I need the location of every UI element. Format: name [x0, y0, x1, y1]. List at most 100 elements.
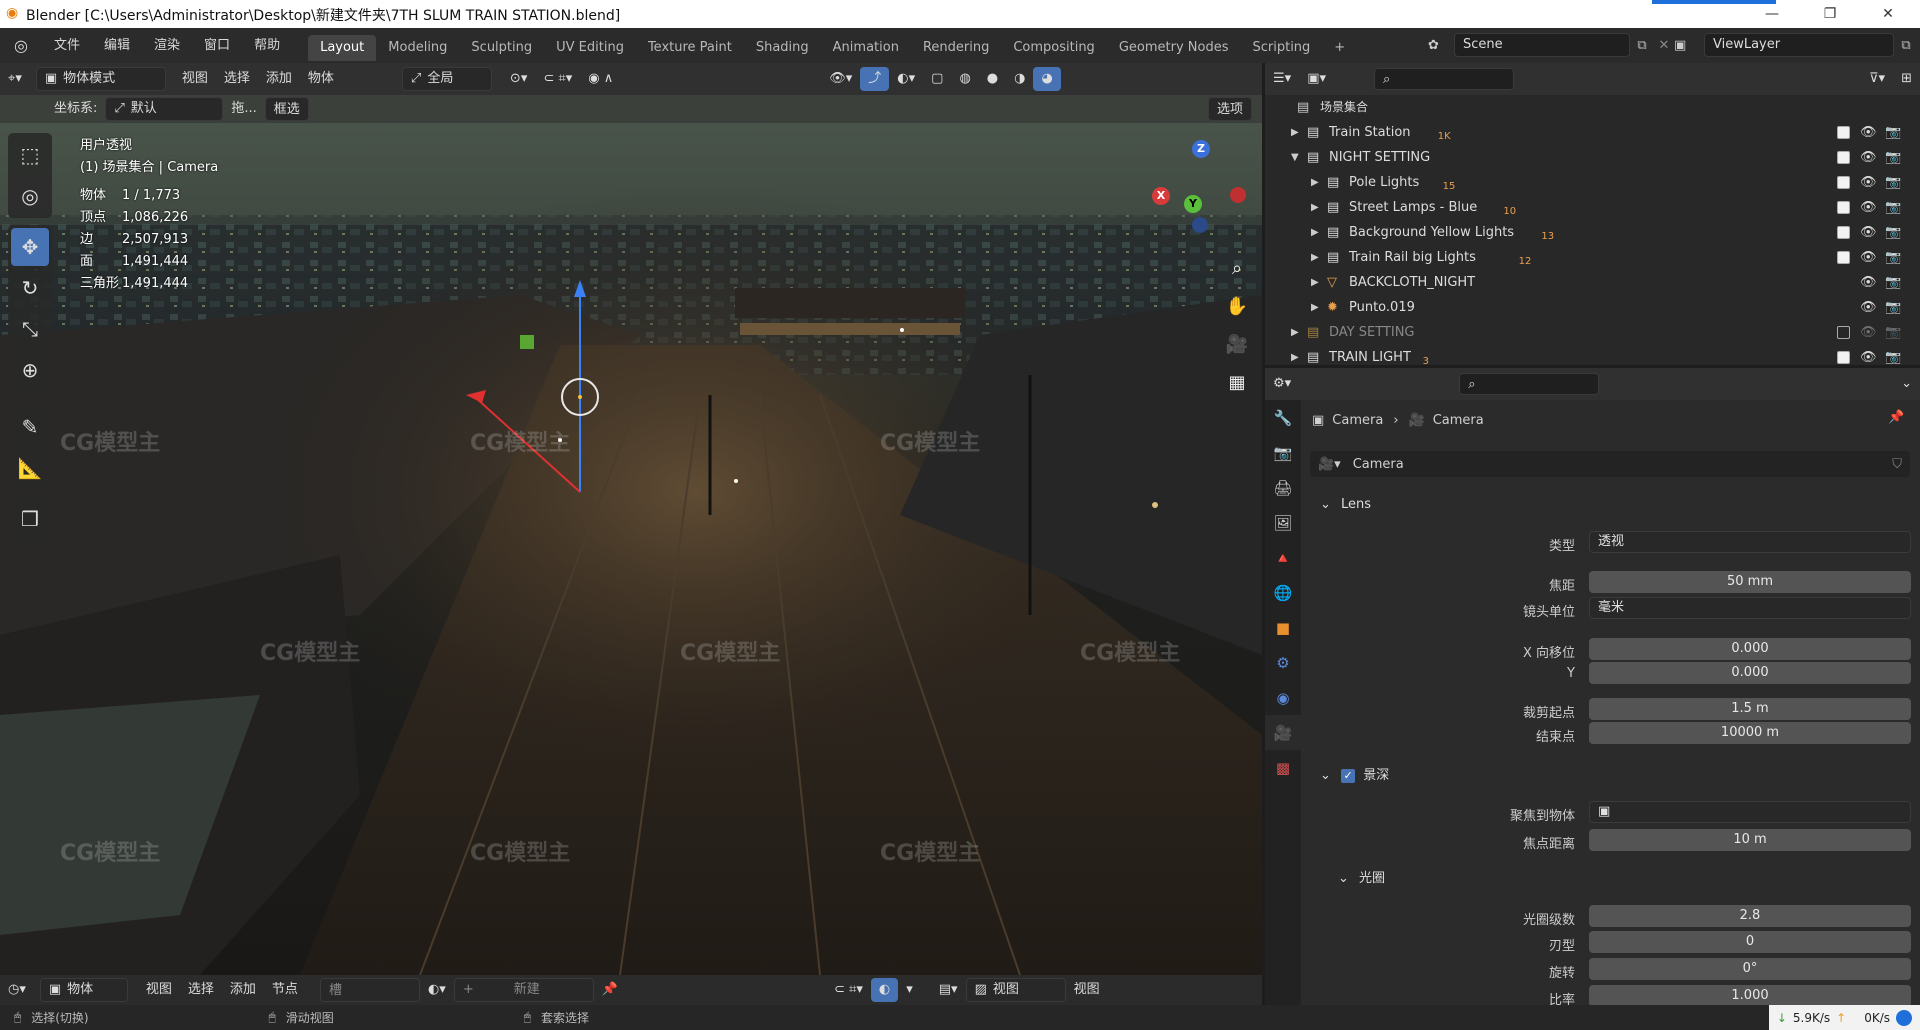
slot-dropdown[interactable]: 槽 [319, 978, 420, 1002]
property-value-field[interactable]: 1.5 m [1589, 698, 1911, 720]
property-dropdown[interactable]: 毫米 [1589, 597, 1911, 619]
navigation-gizmo[interactable]: Z X Y [1140, 135, 1250, 245]
expand-right-icon[interactable]: ▶ [1311, 195, 1319, 220]
add-workspace-button[interactable]: + [1322, 35, 1357, 61]
world-tab-icon[interactable]: 🌐 [1265, 575, 1301, 610]
tab-texture-paint[interactable]: Texture Paint [636, 35, 744, 61]
property-value-field[interactable]: 2.8 [1589, 905, 1911, 927]
menu-add[interactable]: 添加 [258, 67, 300, 91]
menu-render[interactable]: 渲染 [142, 28, 192, 63]
rendered-shading-icon[interactable]: ◕ [1033, 67, 1061, 91]
scale-tool-icon[interactable]: ⤡ [11, 310, 49, 348]
render-camera-icon[interactable]: 📷 [1885, 145, 1901, 170]
outliner-row[interactable]: ▶ ▤ Train Rail big Lights 12 👁 📷 [1265, 245, 1920, 270]
filter-icon[interactable]: ⊽▾ [1861, 67, 1893, 91]
scene-field[interactable]: Scene [1454, 33, 1630, 57]
menu-help[interactable]: 帮助 [242, 28, 292, 63]
render-camera-icon[interactable]: 📷 [1885, 345, 1901, 370]
outliner-row[interactable]: ▶ ▽ BACKCLOTH_NIGHT 👁 📷 [1265, 270, 1920, 295]
add-cube-tool-icon[interactable]: ❒ [11, 500, 49, 538]
view-layer-selector[interactable]: ▣ ViewLayer ⧉ ✕ [1674, 33, 1920, 57]
outliner-search-input[interactable]: ⌕ [1374, 68, 1514, 90]
fake-user-icon[interactable]: ⛉ [1892, 457, 1902, 472]
property-value-field[interactable]: 0 [1589, 931, 1911, 953]
expand-right-icon[interactable]: ▶ [1291, 345, 1299, 370]
outliner-root[interactable]: ▤ 场景集合 [1265, 95, 1920, 120]
gizmo-z-axis[interactable]: Z [1192, 140, 1210, 158]
zoom-icon[interactable]: ⌕ [1222, 250, 1252, 288]
options-dropdown[interactable]: 选项 [1207, 97, 1252, 121]
minimize-button[interactable]: — [1752, 2, 1792, 26]
expand-right-icon[interactable]: ▶ [1311, 295, 1319, 320]
render-camera-icon[interactable]: 📷 [1885, 170, 1901, 195]
visibility-icon[interactable]: 👁▾ [821, 67, 860, 91]
footer-menu-add[interactable]: 添加 [222, 978, 264, 1002]
render-camera-icon[interactable]: 📷 [1885, 320, 1901, 345]
exclude-checkbox[interactable] [1837, 176, 1850, 189]
footer-mode-dropdown[interactable]: ▣ 物体 [39, 978, 128, 1002]
new-button[interactable]: + 新建 [453, 978, 594, 1002]
delete-scene-icon[interactable]: ✕ [1654, 38, 1674, 53]
tab-modeling[interactable]: Modeling [376, 35, 459, 61]
gizmo-toggle-icon[interactable]: ⤴ [860, 67, 890, 91]
tab-uv-editing[interactable]: UV Editing [544, 35, 636, 61]
modifier-tab-icon[interactable]: ⚙ [1265, 645, 1301, 680]
render-tab-icon[interactable]: 📷 [1265, 435, 1301, 470]
output-tab-icon[interactable]: 🖨 [1265, 470, 1301, 505]
gizmo-y-axis[interactable]: Y [1184, 195, 1202, 213]
outliner-row[interactable]: ▶ ▤ TRAIN LIGHT 3 👁 📷 [1265, 345, 1920, 370]
eye-icon[interactable]: 👁 [1860, 170, 1877, 195]
gizmo-x-axis[interactable]: X [1152, 187, 1170, 205]
expand-right-icon[interactable]: ▶ [1311, 245, 1319, 270]
lens-section-header[interactable]: ⌄ Lens [1320, 493, 1371, 517]
scene-selector[interactable]: ✿ Scene ⧉ ✕ [1428, 33, 1674, 57]
render-camera-icon[interactable]: 📷 [1885, 220, 1901, 245]
eye-icon[interactable]: 👁 [1860, 145, 1877, 170]
eye-icon[interactable]: 👁 [1860, 345, 1877, 370]
eye-icon[interactable]: 👁 [1860, 295, 1877, 320]
aperture-section-header[interactable]: ⌄ 光圈 [1338, 867, 1385, 891]
object-tab-icon[interactable]: ■ [1265, 610, 1301, 645]
eye-icon[interactable]: 👁 [1860, 245, 1877, 270]
gizmo-neg-z[interactable] [1192, 217, 1208, 233]
render-camera-icon[interactable]: 📷 [1885, 295, 1901, 320]
transform-tool-icon[interactable]: ⊕ [11, 351, 49, 389]
tab-compositing[interactable]: Compositing [1001, 35, 1107, 61]
view-layer-tab-icon[interactable]: 🖼 [1265, 505, 1301, 540]
eye-icon[interactable]: 👁 [1860, 270, 1877, 295]
outliner-row[interactable]: ▶ ▤ Train Station 1K 👁 📷 [1265, 120, 1920, 145]
focus-object-field[interactable]: ▣ [1589, 801, 1911, 823]
expand-down-icon[interactable]: ▼ [1291, 145, 1299, 170]
solid-shading-icon[interactable]: ● [979, 67, 1006, 91]
close-button[interactable]: ✕ [1868, 2, 1908, 26]
expand-right-icon[interactable]: ▶ [1291, 320, 1299, 345]
pin-icon[interactable]: 📌 [594, 978, 626, 1002]
properties-search-input[interactable]: ⌕ [1459, 373, 1600, 395]
orientation-dropdown[interactable]: ⤢ 全局 [401, 67, 492, 91]
pan-hand-icon[interactable]: ✋ [1222, 288, 1252, 326]
new-collection-icon[interactable]: ⊞ [1893, 67, 1920, 91]
coord-dropdown[interactable]: ⤢ 默认 [105, 97, 224, 121]
footer-view-dropdown[interactable]: ▨ 视图 [965, 978, 1066, 1002]
tab-rendering[interactable]: Rendering [911, 35, 1001, 61]
footer-menu-select[interactable]: 选择 [180, 978, 222, 1002]
tab-geometry-nodes[interactable]: Geometry Nodes [1107, 35, 1241, 61]
material-icon[interactable]: ◐▾ [420, 978, 454, 1002]
outliner-editor-icon[interactable]: ☰▾ [1265, 67, 1299, 91]
footer-menu-view[interactable]: 视图 [138, 978, 180, 1002]
gizmo-neg-x[interactable] [1230, 187, 1246, 203]
new-scene-icon[interactable]: ⧉ [1630, 38, 1654, 53]
property-value-field[interactable]: 10000 m [1589, 722, 1911, 744]
outliner-row[interactable]: ▶ ▤ Pole Lights 15 👁 📷 [1265, 170, 1920, 195]
annotate-tool-icon[interactable]: ✎ [11, 408, 49, 446]
render-camera-icon[interactable]: 📷 [1885, 120, 1901, 145]
footer-menu-node[interactable]: 节点 [264, 978, 306, 1002]
tab-animation[interactable]: Animation [821, 35, 911, 61]
expand-right-icon[interactable]: ▶ [1291, 120, 1299, 145]
exclude-checkbox[interactable] [1837, 126, 1850, 139]
tab-sculpting[interactable]: Sculpting [459, 35, 544, 61]
rotate-tool-icon[interactable]: ↻ [11, 269, 49, 307]
wireframe-shading-icon[interactable]: ◍ [951, 67, 978, 91]
menu-object[interactable]: 物体 [300, 67, 342, 91]
texture-tab-icon[interactable]: ▩ [1265, 750, 1301, 785]
